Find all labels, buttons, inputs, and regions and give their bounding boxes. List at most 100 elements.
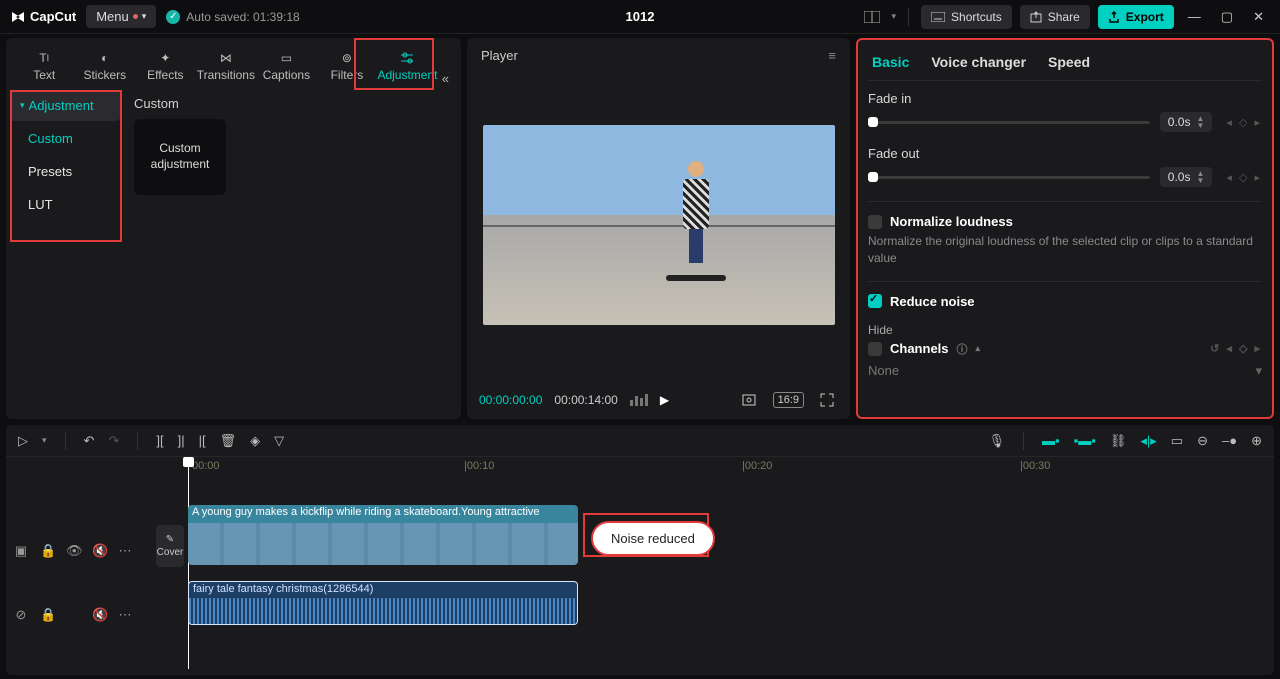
track-collapse-icon[interactable]: ⊘ [14,607,28,623]
keyframe-nav-icon[interactable]: ◂ ◇ ▸ [1226,116,1262,129]
close-button[interactable]: ✕ [1247,9,1270,25]
zoom-in-icon[interactable]: ⊕ [1251,433,1262,449]
keyboard-icon [931,12,945,22]
menu-button[interactable]: Menu ▾ [86,5,156,28]
link-icon[interactable]: ⛓ [1110,433,1127,449]
sidebar-section-adjustment[interactable]: Adjustment [10,90,120,121]
delete-icon[interactable]: 🗑 [220,433,237,449]
tab-captions[interactable]: ▭Captions [256,50,317,86]
snap-on-icon[interactable]: ▪▬▪ [1074,433,1096,448]
check-icon: ✓ [166,10,180,24]
shield-icon[interactable]: ◈ [250,433,260,449]
minimize-button[interactable]: — [1182,9,1207,24]
info-icon[interactable]: ⓘ [957,341,968,357]
sidebar-item-presets[interactable]: Presets [10,156,120,187]
cover-button[interactable]: ✎ Cover [156,525,184,567]
fade-out-slider[interactable] [868,176,1150,179]
tab-basic[interactable]: Basic [872,54,909,70]
filters-icon: ⊚ [342,50,352,66]
eye-icon[interactable]: 👁 [66,543,80,559]
adjustment-sidebar: Adjustment Custom Presets LUT [6,86,124,419]
tab-text[interactable]: TIText [14,50,75,86]
effects-icon: ✦ [160,50,170,66]
mic-icon[interactable]: 🎙 [989,433,1006,449]
tab-effects[interactable]: ✦Effects [135,50,196,86]
tab-filters[interactable]: ⊚Filters [317,50,378,86]
lock-icon[interactable]: 🔒 [40,607,54,623]
checkbox-unchecked-icon[interactable] [868,215,882,229]
badge-icon[interactable]: ▽ [274,433,284,449]
content-heading: Custom [134,96,451,111]
mute-icon[interactable]: 🔇 [92,543,106,559]
mute-icon[interactable]: 🔇 [92,607,106,623]
preview-icon[interactable]: ▭ [1171,433,1183,449]
audio-clip[interactable]: fairy tale fantasy christmas(1286544) [188,581,578,625]
snapshot-icon[interactable] [737,391,761,409]
trim-right-icon[interactable]: |​[ [199,433,206,448]
timeline-toolbar: ▷ ▾ ↶ ↷ ]​[ ]​| |​[ 🗑 ◈ ▽ 🎙 ▬▪ ▪▬▪ ⛓ ◂|▸… [6,425,1274,457]
audio-track-header: ⊘ 🔒 . 🔇 ⋯ [14,601,184,629]
fullscreen-icon[interactable] [816,391,838,409]
chevron-up-icon[interactable]: ▴ [976,343,981,354]
video-clip[interactable]: A young guy makes a kickflip while ridin… [188,505,578,565]
more-icon[interactable]: ⋯ [118,543,132,559]
normalize-loudness-row[interactable]: Normalize loudness [868,214,1262,229]
hamburger-icon[interactable]: ≡ [828,48,836,63]
tab-voice-changer[interactable]: Voice changer [931,54,1026,70]
player-title: Player [481,48,518,63]
top-bar: CapCut Menu ▾ ✓ Auto saved: 01:39:18 101… [0,0,1280,34]
channels-value[interactable]: None ▾ [868,357,1262,384]
sidebar-item-custom[interactable]: Custom [10,123,120,154]
trim-left-icon[interactable]: ]​| [178,433,185,448]
split-icon[interactable]: ]​[ [156,433,163,448]
captions-icon: ▭ [281,50,292,66]
fade-out-value[interactable]: 0.0s▲▼ [1160,167,1213,187]
undo-button[interactable]: ↶ [84,433,95,449]
share-button[interactable]: Share [1020,5,1090,29]
collapse-panel-icon[interactable]: « [438,71,453,86]
track-collapse-icon[interactable]: ▣ [14,543,28,559]
more-icon[interactable]: ⋯ [118,607,132,623]
redo-button[interactable]: ↷ [108,433,119,449]
tab-stickers[interactable]: ◐Stickers [75,50,136,86]
export-icon [1108,11,1120,23]
checkbox-unchecked-icon[interactable] [868,342,882,356]
aspect-ratio-button[interactable]: 16:9 [773,392,804,408]
tab-transitions[interactable]: ⋈Transitions [196,50,257,86]
app-name: CapCut [30,9,76,24]
timeline-ruler[interactable]: 00:00 |00:10 |00:20 |00:30 [186,457,1274,481]
hide-label: Hide [868,323,1262,337]
channels-row[interactable]: Channels ⓘ ▴ ↺ ◂ ◇ ▸ [868,341,1262,357]
chevron-down-icon[interactable]: ▾ [892,11,897,22]
total-timecode: 00:00:14:00 [554,393,617,407]
checkbox-checked-icon[interactable] [868,294,882,308]
stepper-icon[interactable]: ▲▼ [1196,170,1204,184]
align-on-icon[interactable]: ◂|▸ [1140,433,1156,449]
lock-icon[interactable]: 🔒 [40,543,54,559]
document-title[interactable]: 1012 [626,9,655,24]
maximize-button[interactable]: ▢ [1215,9,1239,25]
sidebar-item-lut[interactable]: LUT [10,189,120,220]
video-frame [483,125,835,325]
chevron-down-icon[interactable]: ▾ [42,435,47,446]
keyframe-nav-icon[interactable]: ↺ ◂ ◇ ▸ [1210,342,1262,355]
keyframe-nav-icon[interactable]: ◂ ◇ ▸ [1226,171,1262,184]
tab-adjustment[interactable]: Adjustment [377,50,438,86]
zoom-slider-icon[interactable]: –● [1222,433,1237,448]
shortcuts-button[interactable]: Shortcuts [921,5,1012,29]
stepper-icon[interactable]: ▲▼ [1196,115,1204,129]
fade-in-value[interactable]: 0.0s▲▼ [1160,112,1213,132]
autosave-status: ✓ Auto saved: 01:39:18 [166,10,299,24]
fade-in-slider[interactable] [868,121,1150,124]
reduce-noise-row[interactable]: Reduce noise [868,294,1262,309]
pointer-tool-icon[interactable]: ▷ [18,433,28,449]
export-button[interactable]: Export [1098,5,1174,29]
custom-adjustment-thumb[interactable]: Custom adjustment [134,119,226,195]
tab-speed[interactable]: Speed [1048,54,1090,70]
zoom-out-icon[interactable]: ⊖ [1197,433,1208,449]
layout-icon[interactable] [860,9,884,25]
current-timecode[interactable]: 00:00:00:00 [479,393,542,407]
magnet-on-icon[interactable]: ▬▪ [1042,433,1060,448]
play-button[interactable]: ▶ [660,393,669,407]
video-preview[interactable] [467,73,850,385]
